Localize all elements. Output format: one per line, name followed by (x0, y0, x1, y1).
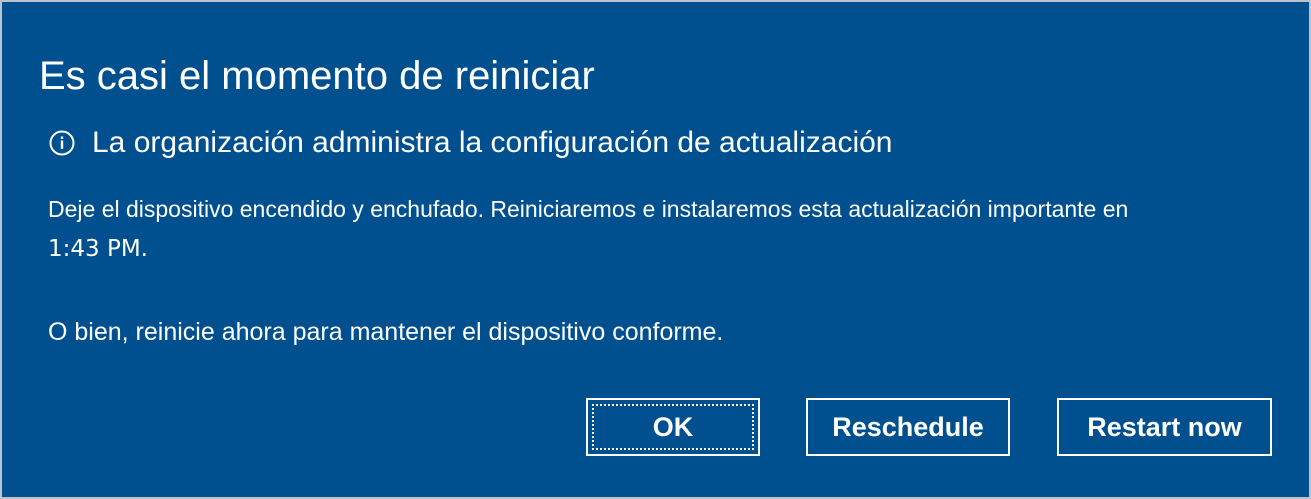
restart-dialog: Es casi el momento de reiniciar La organ… (0, 0, 1311, 499)
restart-now-button[interactable]: Restart now (1057, 398, 1272, 456)
ok-button-label: OK (652, 411, 694, 442)
dialog-title: Es casi el momento de reiniciar (39, 54, 595, 98)
reschedule-button[interactable]: Reschedule (806, 398, 1010, 456)
message-line-3: O bien, reinicie ahora para mantener el … (48, 318, 724, 346)
restart-time: 1:43 PM. (48, 236, 148, 262)
info-icon (48, 129, 76, 157)
managed-notice: La organización administra la configurac… (48, 123, 892, 163)
message-line-1: Deje el dispositivo encendido y enchufad… (48, 196, 1129, 222)
ok-button[interactable]: OK (586, 398, 760, 456)
managed-notice-text: La organización administra la configurac… (92, 126, 893, 159)
restart-now-button-label: Restart now (1087, 411, 1242, 442)
reschedule-button-label: Reschedule (832, 411, 984, 442)
